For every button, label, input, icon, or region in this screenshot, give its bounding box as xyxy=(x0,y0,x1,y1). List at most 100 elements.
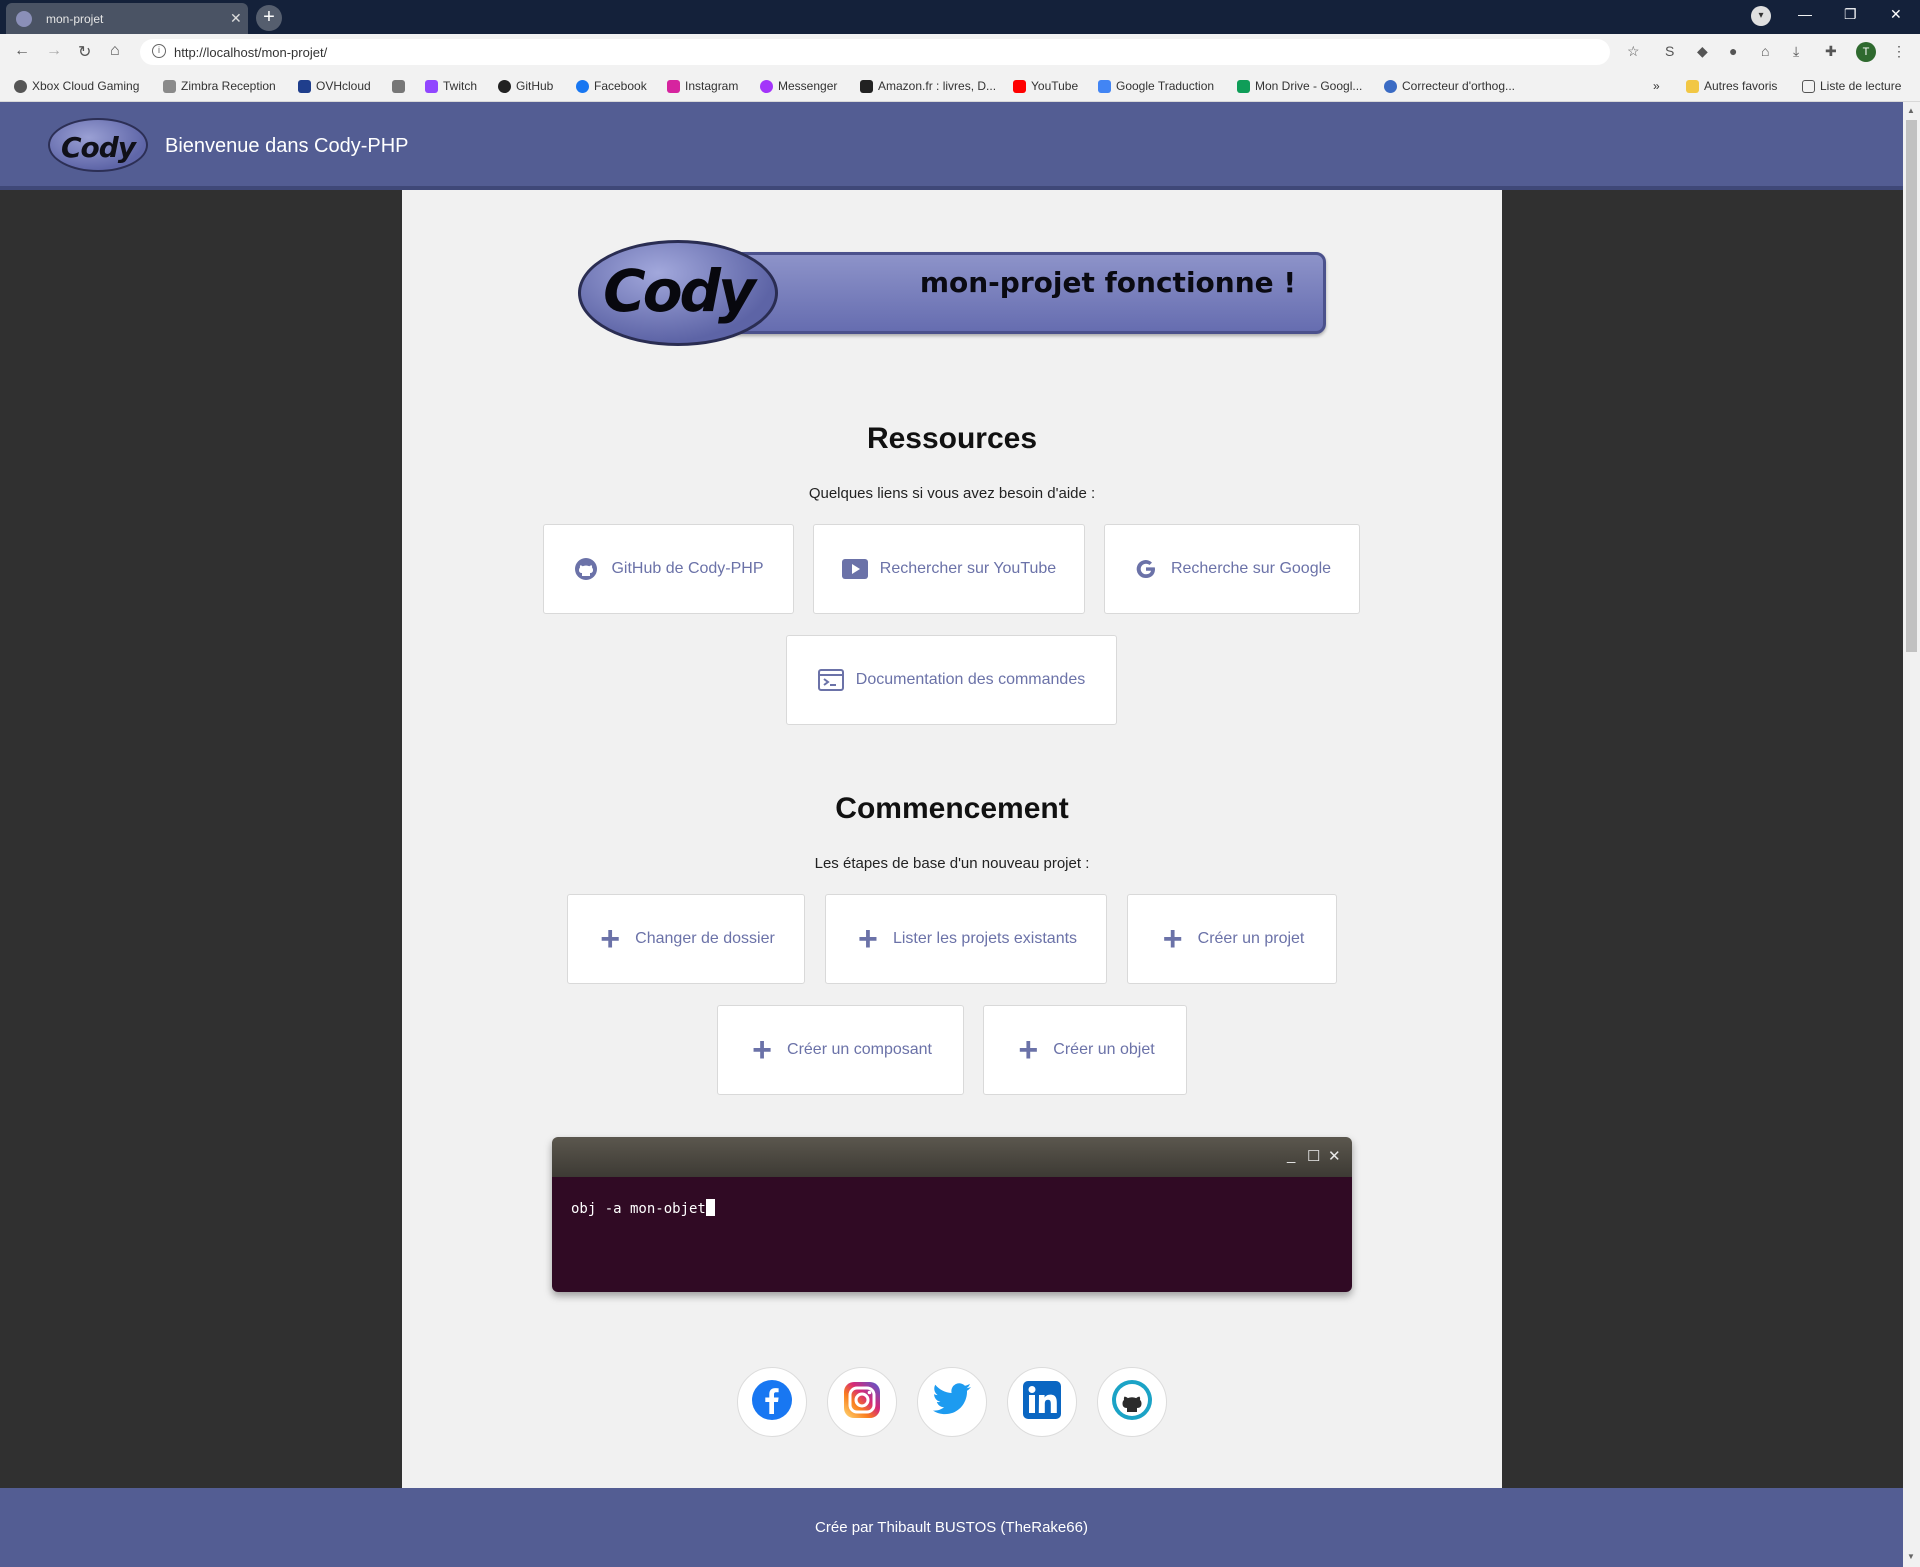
facebook-icon xyxy=(751,1379,793,1426)
bookmark-item[interactable]: Instagram xyxy=(667,77,738,95)
tab-favicon-icon xyxy=(16,11,32,27)
card-label: Rechercher sur YouTube xyxy=(879,560,1057,577)
start-subtitle: Les étapes de base d'un nouveau projet : xyxy=(814,855,1090,872)
bookmark-item[interactable]: Facebook xyxy=(576,77,647,95)
docs-link-card[interactable]: Documentation des commandes xyxy=(786,635,1117,725)
linkedin-link[interactable] xyxy=(1007,1367,1077,1437)
card-label: GitHub de Cody-PHP xyxy=(611,560,764,577)
bookmark-item[interactable]: Zimbra Reception xyxy=(163,77,276,95)
bookmark-item[interactable]: OVHcloud xyxy=(298,77,371,95)
twitch-icon xyxy=(425,79,438,93)
terminal-minimize-icon[interactable]: _ xyxy=(1287,1147,1295,1164)
terminal-window: _ ☐ ✕ obj -a mon-objet xyxy=(552,1137,1352,1292)
site-info-icon[interactable]: i xyxy=(152,44,166,58)
new-tab-button[interactable]: + xyxy=(256,5,282,31)
extensions-puzzle-icon[interactable]: ✚ xyxy=(1825,43,1837,60)
facebook-link[interactable] xyxy=(737,1367,807,1437)
main-content: mon-projet fonctionne ! Cody Ressources … xyxy=(402,190,1502,1488)
linkedin-icon xyxy=(1022,1380,1062,1425)
site-header: Cody Bienvenue dans Cody-PHP xyxy=(0,102,1903,190)
step-list-projects[interactable]: + Lister les projets existants xyxy=(825,894,1107,984)
tab-search-icon[interactable]: ▾ xyxy=(1751,6,1771,26)
github-link-card[interactable]: GitHub de Cody-PHP xyxy=(543,524,794,614)
step-create-component[interactable]: + Créer un composant xyxy=(717,1005,964,1095)
terminal-maximize-icon[interactable]: ☐ xyxy=(1307,1147,1320,1165)
plus-icon: + xyxy=(1018,1031,1039,1069)
scroll-up-icon[interactable]: ▲ xyxy=(1907,106,1915,115)
github-icon xyxy=(498,79,511,93)
step-change-folder[interactable]: + Changer de dossier xyxy=(567,894,805,984)
github-link[interactable] xyxy=(1097,1367,1167,1437)
resources-subtitle: Quelques liens si vous avez besoin d'aid… xyxy=(808,485,1096,502)
card-label: Créer un projet xyxy=(1197,930,1305,947)
card-label: Changer de dossier xyxy=(635,930,775,947)
other-bookmarks[interactable]: Autres favoris xyxy=(1686,77,1777,95)
youtube-icon xyxy=(1013,79,1026,93)
bookmark-item[interactable]: Xbox Cloud Gaming xyxy=(14,77,139,95)
card-label: Recherche sur Google xyxy=(1170,560,1332,577)
youtube-icon xyxy=(841,556,868,582)
bookmark-item[interactable]: Google Traduction xyxy=(1098,77,1214,95)
bookmark-item[interactable] xyxy=(392,77,410,95)
address-url[interactable]: http://localhost/mon-projet/ xyxy=(174,45,327,60)
reading-list[interactable]: Liste de lecture xyxy=(1802,77,1901,95)
minimize-icon[interactable]: — xyxy=(1798,6,1812,22)
spellcheck-icon xyxy=(1384,79,1397,93)
scroll-thumb[interactable] xyxy=(1906,120,1917,652)
bookmark-item[interactable]: Mon Drive - Googl... xyxy=(1237,77,1362,95)
close-window-icon[interactable]: ✕ xyxy=(1890,6,1902,23)
browser-menu-icon[interactable]: ⋮ xyxy=(1892,43,1906,60)
card-label: Créer un objet xyxy=(1053,1041,1155,1058)
xbox-icon xyxy=(14,79,27,93)
terminal-icon xyxy=(817,667,844,693)
bookmark-item[interactable]: Messenger xyxy=(760,77,837,95)
download-icon[interactable]: ⤓ xyxy=(1793,43,1799,60)
reload-icon[interactable]: ↻ xyxy=(78,42,91,62)
bookmark-folder-icon xyxy=(392,79,405,93)
plus-icon: + xyxy=(1162,920,1183,958)
tab-close-icon[interactable]: ✕ xyxy=(230,10,242,27)
extension-tag-icon[interactable]: ◆ xyxy=(1697,43,1708,60)
step-create-project[interactable]: + Créer un projet xyxy=(1127,894,1337,984)
folder-icon xyxy=(1686,79,1699,93)
home-icon[interactable]: ⌂ xyxy=(110,42,120,60)
bookmark-star-icon[interactable]: ☆ xyxy=(1627,43,1640,60)
terminal-close-icon[interactable]: ✕ xyxy=(1328,1147,1341,1165)
terminal-cursor xyxy=(705,1199,715,1216)
footer-credit: Crée par Thibault BUSTOS (TheRake66) xyxy=(815,1519,1088,1536)
google-icon xyxy=(1133,556,1159,582)
github-icon xyxy=(573,556,599,582)
terminal-body[interactable]: obj -a mon-objet xyxy=(552,1177,1352,1292)
bookmarks-overflow-button[interactable]: » xyxy=(1653,77,1660,95)
bookmark-item[interactable]: YouTube xyxy=(1013,77,1078,95)
extension-house-icon[interactable]: ⌂ xyxy=(1761,43,1769,59)
site-footer: Crée par Thibault BUSTOS (TheRake66) xyxy=(0,1488,1903,1567)
address-bar[interactable]: i http://localhost/mon-projet/ xyxy=(140,39,1610,65)
bookmark-item[interactable]: GitHub xyxy=(498,77,553,95)
scroll-down-icon[interactable]: ▼ xyxy=(1907,1552,1915,1561)
restore-icon[interactable]: ❐ xyxy=(1844,6,1857,23)
bookmark-item[interactable]: Correcteur d'orthog... xyxy=(1384,77,1515,95)
plus-icon: + xyxy=(600,920,621,958)
messenger-icon xyxy=(760,79,773,93)
back-icon[interactable]: ← xyxy=(14,42,30,60)
forward-icon[interactable]: → xyxy=(46,42,62,60)
browser-tabstrip: mon-projet ✕ + ▾ — ❐ ✕ xyxy=(0,0,1920,34)
bookmark-item[interactable]: Amazon.fr : livres, D... xyxy=(860,77,996,95)
profile-avatar[interactable]: T xyxy=(1856,42,1876,62)
browser-tab[interactable]: mon-projet ✕ xyxy=(6,3,248,34)
step-create-object[interactable]: + Créer un objet xyxy=(983,1005,1187,1095)
card-label: Documentation des commandes xyxy=(855,671,1086,688)
google-link-card[interactable]: Recherche sur Google xyxy=(1104,524,1360,614)
plus-icon: + xyxy=(858,920,878,958)
extension-s-icon[interactable]: S xyxy=(1665,43,1674,59)
page-scrollbar[interactable]: ▲ ▼ xyxy=(1903,102,1920,1567)
youtube-link-card[interactable]: Rechercher sur YouTube xyxy=(813,524,1085,614)
extension-badge-icon[interactable]: ● xyxy=(1729,43,1737,59)
bookmark-item[interactable]: Twitch xyxy=(425,77,477,95)
browser-toolbar: ← → ↻ ⌂ i http://localhost/mon-projet/ ☆… xyxy=(0,34,1920,70)
instagram-link[interactable] xyxy=(827,1367,897,1437)
twitter-link[interactable] xyxy=(917,1367,987,1437)
welcome-banner: mon-projet fonctionne ! Cody xyxy=(578,240,1328,348)
cody-logo[interactable]: Cody xyxy=(48,118,148,172)
